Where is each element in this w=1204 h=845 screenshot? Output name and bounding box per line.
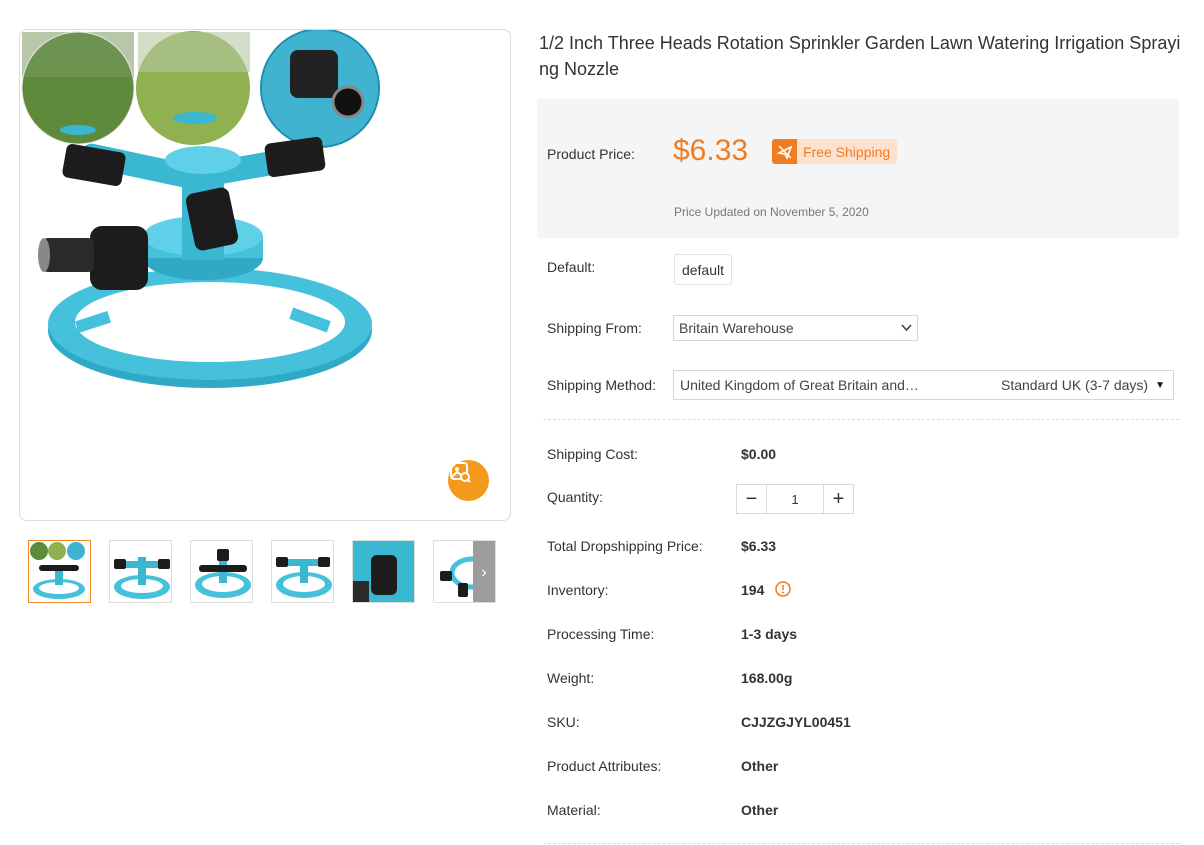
thumbnail-6[interactable]: › — [433, 540, 496, 603]
shipping-from-label: Shipping From: — [547, 320, 642, 336]
section-divider — [543, 419, 1179, 420]
alert-icon[interactable] — [775, 581, 791, 597]
thumbnail-5[interactable] — [352, 540, 415, 603]
thumbnail-next-button[interactable]: › — [473, 541, 495, 602]
product-price-label: Product Price: — [547, 146, 635, 162]
thumbnail-image — [353, 541, 414, 602]
thumbnail-image — [114, 557, 170, 599]
shipping-method-country: United Kingdom of Great Britain and… — [680, 377, 919, 393]
total-price-value: $6.33 — [741, 538, 777, 554]
inventory-label: Inventory: — [547, 582, 609, 598]
plane-icon — [772, 139, 797, 164]
thumbnail-strip: › — [28, 540, 498, 606]
image-search-icon — [450, 462, 471, 483]
chevron-down-icon — [901, 324, 912, 332]
variant-default-button[interactable]: default — [674, 254, 732, 285]
material-label: Material: — [547, 802, 601, 818]
quantity-label: Quantity: — [547, 489, 604, 505]
quantity-decrease-button[interactable]: − — [737, 485, 767, 513]
price-box: Product Price: $6.33 Free Shipping Price… — [537, 99, 1179, 238]
main-product-image[interactable] — [19, 29, 511, 521]
thumbnail-4[interactable] — [271, 540, 334, 603]
thumbnail-3[interactable] — [190, 540, 253, 603]
shipping-method-label: Shipping Method: — [547, 377, 656, 393]
free-shipping-label: Free Shipping — [803, 143, 891, 160]
free-shipping-badge: Free Shipping — [772, 139, 898, 164]
weight-value: 168.00g — [741, 670, 793, 686]
sku-label: SKU: — [547, 714, 580, 730]
price-updated-text: Price Updated on November 5, 2020 — [674, 205, 869, 219]
sprinkler-illustration — [21, 30, 380, 388]
product-price: $6.33 — [673, 134, 749, 167]
material-value: Other — [741, 802, 779, 818]
shipping-method-select[interactable]: United Kingdom of Great Britain and… Sta… — [673, 370, 1174, 400]
processing-time-value: 1-3 days — [741, 626, 798, 642]
shipping-from-select[interactable]: Britain Warehouse — [673, 315, 918, 341]
thumbnail-1[interactable] — [28, 540, 91, 603]
image-search-button[interactable] — [448, 460, 489, 501]
product-title: 1/2 Inch Three Heads Rotation Sprinkler … — [539, 33, 1181, 79]
thumbnail-image — [195, 549, 251, 598]
quantity-input[interactable]: 1 — [767, 485, 823, 513]
chevron-right-icon: › — [481, 563, 487, 581]
bottom-divider — [543, 843, 1179, 844]
sku-value: CJJZGJYL00451 — [741, 714, 851, 730]
quantity-stepper: − 1 + — [736, 484, 854, 514]
inventory-value: 194 — [741, 582, 765, 598]
thumbnail-image — [30, 542, 85, 599]
thumbnail-image — [276, 557, 332, 598]
default-label: Default: — [547, 259, 596, 275]
shipping-method-value: Standard UK (3-7 days) — [1001, 377, 1149, 393]
thumbnail-2[interactable] — [109, 540, 172, 603]
quantity-increase-button[interactable]: + — [823, 485, 853, 513]
shipping-cost-label: Shipping Cost: — [547, 446, 639, 462]
product-attributes-value: Other — [741, 758, 779, 774]
caret-down-icon: ▼ — [1155, 379, 1165, 391]
total-price-label: Total Dropshipping Price: — [547, 538, 703, 554]
weight-label: Weight: — [547, 670, 595, 686]
product-attributes-label: Product Attributes: — [547, 758, 662, 774]
shipping-cost-value: $0.00 — [741, 446, 777, 462]
shipping-from-value: Britain Warehouse — [679, 320, 794, 336]
processing-time-label: Processing Time: — [547, 626, 655, 642]
